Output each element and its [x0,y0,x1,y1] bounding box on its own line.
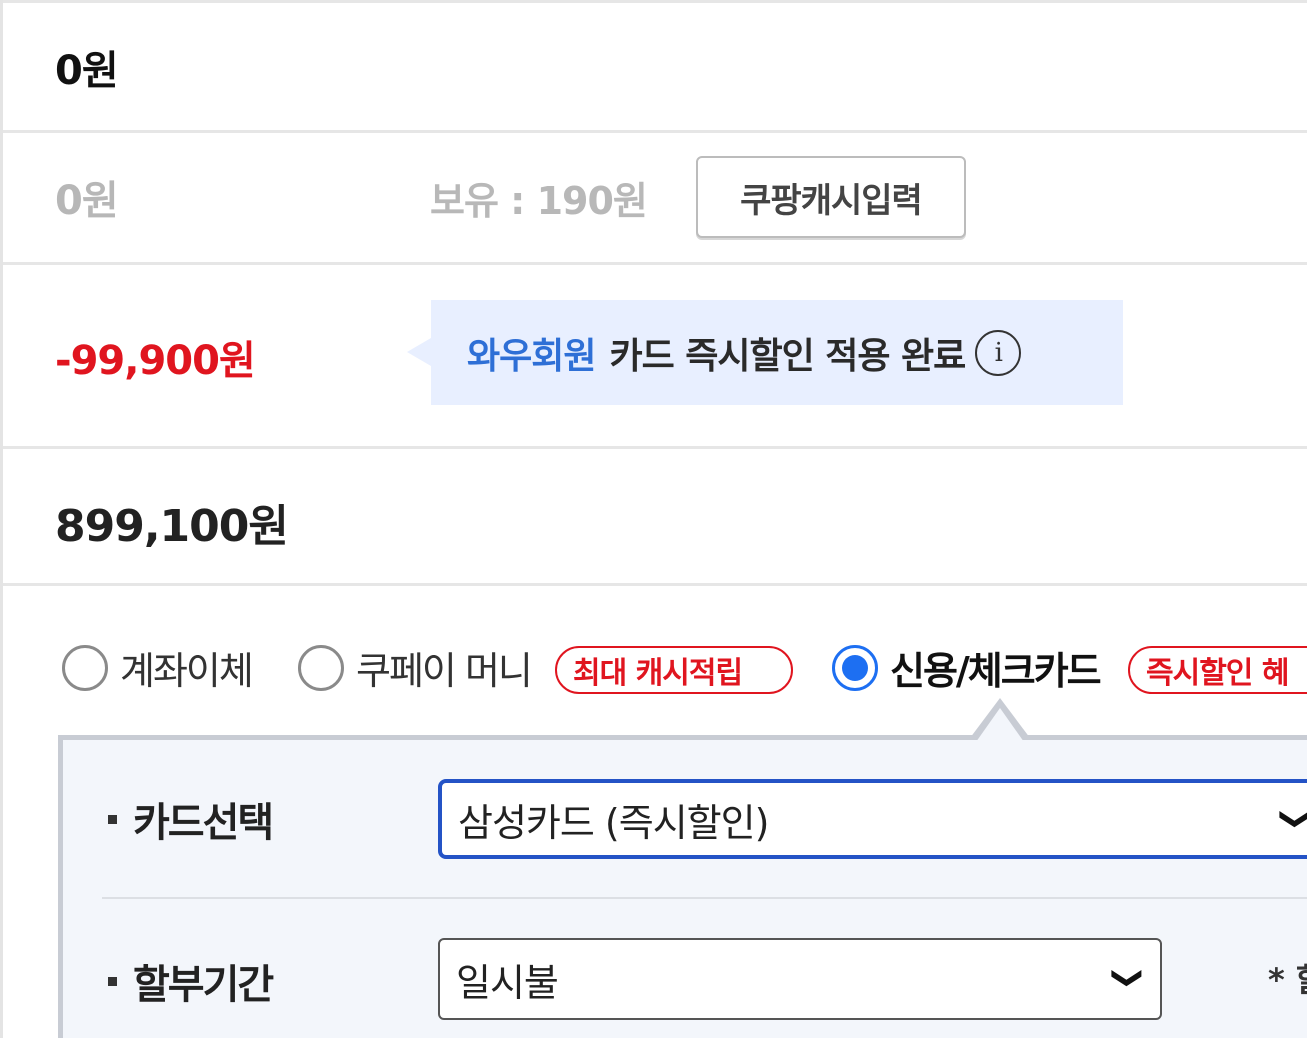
payment-option-credit-card[interactable]: 신용/체크카드 [832,640,1102,695]
card-select-label: 카드선택 [108,790,274,848]
installment-dropdown[interactable]: 일시불 ❯ [438,938,1162,1020]
promo-highlight: 와우회원 [467,335,596,377]
payment-option-label: 계좌이체 [120,649,254,693]
card-select-value: 삼성카드 (즉시할인) [458,800,769,845]
cash-amount: 0원 [55,178,119,224]
cash-balance: 보유 : 190원 [430,179,648,223]
payment-option-bank-transfer[interactable]: 계좌이체 [62,640,254,695]
card-select-label-text: 카드선택 [133,800,274,846]
payment-option-label: 신용/체크카드 [890,649,1102,693]
chevron-down-icon: ❯ [1279,806,1307,830]
coupang-cash-input-button[interactable]: 쿠팡캐시입력 [696,156,966,238]
payment-option-label: 쿠페이 머니 [356,649,533,693]
installment-label: 할부기간 [108,952,274,1010]
radio-coupay-money[interactable] [298,644,344,691]
panel-pointer-fill [976,708,1024,742]
row1-amount: 0원 [55,48,119,94]
card-select-dropdown[interactable]: 삼성카드 (즉시할인) ❯ [438,779,1307,859]
max-cash-badge: 최대 캐시적립 [555,646,793,694]
total-amount: 899,100원 [55,501,289,552]
panel-divider [102,897,1307,899]
info-icon[interactable]: i [975,329,1022,376]
radio-bank-transfer[interactable] [62,644,108,691]
promo-tooltip: 와우회원 카드 즉시할인 적용 완료 i [407,300,1123,405]
installment-note: * 할 [1268,961,1307,999]
bullet-icon [108,976,117,986]
payment-option-coupay-money[interactable]: 쿠페이 머니 [298,640,533,695]
row-amount [3,0,1307,133]
promo-text: 카드 즉시할인 적용 완료 [609,335,966,377]
row-coupang-cash [3,133,1307,265]
discount-amount: -99,900원 [55,338,256,384]
instant-discount-badge: 즉시할인 혜 [1128,646,1307,694]
bullet-icon [108,814,117,824]
installment-label-text: 할부기간 [133,962,274,1008]
radio-credit-card[interactable] [832,644,878,691]
installment-value: 일시불 [456,960,559,1005]
chevron-down-icon: ❯ [1110,965,1146,990]
